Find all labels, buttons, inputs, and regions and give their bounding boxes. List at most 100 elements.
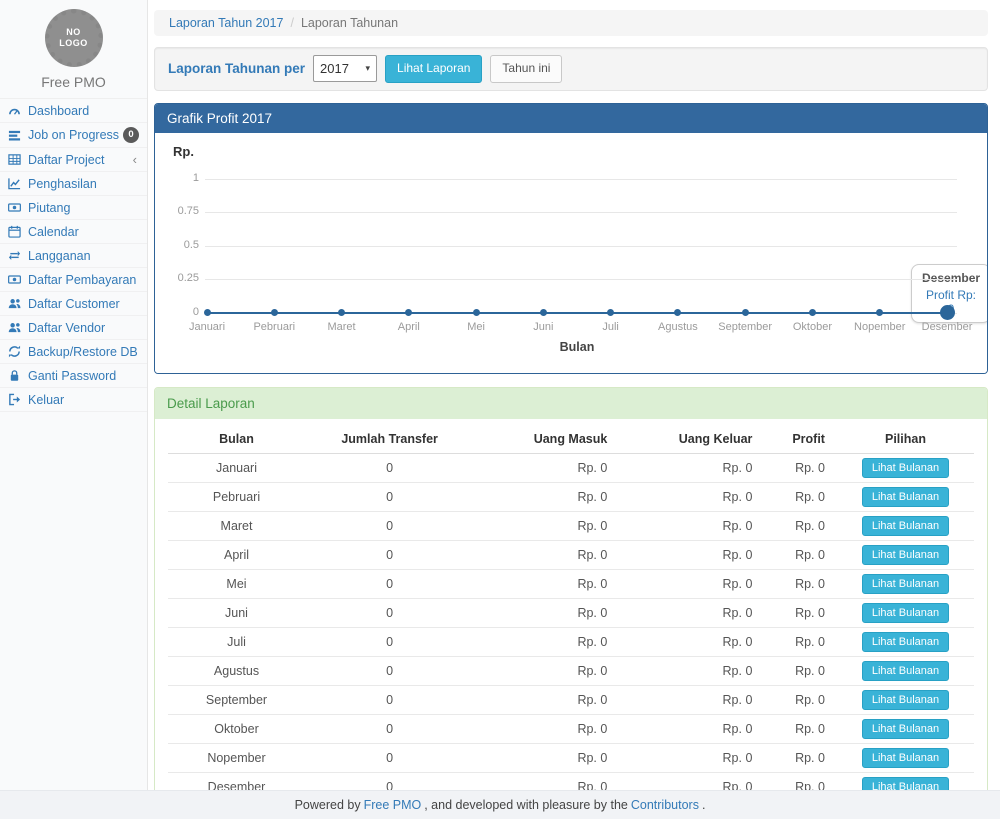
lihat-bulanan-button[interactable]: Lihat Bulanan [862, 458, 949, 478]
table-row-april: April0Rp. 0Rp. 0Rp. 0Lihat Bulanan [168, 540, 974, 569]
sidebar-item-label: Calendar [28, 225, 139, 239]
logo: NO LOGO [45, 9, 103, 67]
sidebar-item-label: Daftar Pembayaran [28, 273, 139, 287]
sidebar-item-ganti-password[interactable]: Ganti Password [0, 364, 147, 388]
lihat-bulanan-button[interactable]: Lihat Bulanan [862, 777, 949, 790]
column-header-pilihan: Pilihan [837, 425, 974, 454]
data-point-juni[interactable] [540, 309, 547, 316]
sidebar-menu: DashboardJob on Progress0Daftar Project‹… [0, 98, 147, 412]
lihat-bulanan-button[interactable]: Lihat Bulanan [862, 661, 949, 681]
cell-bulan: September [168, 685, 305, 714]
data-point-desember[interactable] [940, 305, 955, 320]
profit-line-chart: Rp. Bulan Desember Profit Rp: 0 00.250.5… [155, 133, 987, 373]
data-point-maret[interactable] [338, 309, 345, 316]
data-point-mei[interactable] [473, 309, 480, 316]
sidebar-item-dashboard[interactable]: Dashboard [0, 99, 147, 123]
cell-uang_masuk: Rp. 0 [474, 598, 619, 627]
data-point-pebruari[interactable] [271, 309, 278, 316]
chart-panel-title: Grafik Profit 2017 [155, 104, 987, 133]
sidebar-item-label: Ganti Password [28, 369, 139, 383]
detail-table-wrap: BulanJumlah TransferUang MasukUang Kelua… [155, 419, 987, 790]
y-tick-label: 0 [155, 306, 199, 318]
users-icon [8, 321, 23, 334]
sidebar-item-label: Daftar Vendor [28, 321, 139, 335]
sidebar-item-keluar[interactable]: Keluar [0, 388, 147, 412]
cell-pilihan: Lihat Bulanan [837, 511, 974, 540]
lihat-bulanan-button[interactable]: Lihat Bulanan [862, 603, 949, 623]
sidebar-item-langganan[interactable]: Langganan [0, 244, 147, 268]
brand: NO LOGO Free PMO [0, 0, 147, 98]
table-row-september: September0Rp. 0Rp. 0Rp. 0Lihat Bulanan [168, 685, 974, 714]
x-tick-label: Oktober [777, 321, 847, 333]
chevron-left-icon: ‹ [133, 152, 139, 167]
breadcrumb: Laporan Tahun 2017 / Laporan Tahunan [154, 10, 988, 36]
gridline [205, 212, 957, 213]
toolbar-label: Laporan Tahunan per [168, 61, 305, 76]
data-point-juli[interactable] [607, 309, 614, 316]
cell-pilihan: Lihat Bulanan [837, 627, 974, 656]
cell-jumlah_transfer: 0 [305, 569, 474, 598]
lihat-bulanan-button[interactable]: Lihat Bulanan [862, 545, 949, 565]
lihat-bulanan-button[interactable]: Lihat Bulanan [862, 690, 949, 710]
lihat-bulanan-button[interactable]: Lihat Bulanan [862, 574, 949, 594]
lihat-bulanan-button[interactable]: Lihat Bulanan [862, 719, 949, 739]
lihat-bulanan-button[interactable]: Lihat Bulanan [862, 516, 949, 536]
data-point-januari[interactable] [204, 309, 211, 316]
cell-bulan: Juli [168, 627, 305, 656]
cell-profit: Rp. 0 [764, 540, 837, 569]
cell-pilihan: Lihat Bulanan [837, 743, 974, 772]
cell-jumlah_transfer: 0 [305, 627, 474, 656]
sidebar-item-daftar-vendor[interactable]: Daftar Vendor [0, 316, 147, 340]
sidebar-item-piutang[interactable]: Piutang [0, 196, 147, 220]
cell-uang_masuk: Rp. 0 [474, 482, 619, 511]
sidebar-item-daftar-project[interactable]: Daftar Project‹ [0, 148, 147, 172]
x-tick-label: Juli [576, 321, 646, 333]
this-year-button[interactable]: Tahun ini [490, 55, 562, 83]
year-select[interactable]: 2017 ▾ [313, 55, 377, 82]
sidebar-item-daftar-pembayaran[interactable]: Daftar Pembayaran [0, 268, 147, 292]
money-icon [8, 273, 23, 286]
sidebar-item-penghasilan[interactable]: Penghasilan [0, 172, 147, 196]
cell-uang_masuk: Rp. 0 [474, 743, 619, 772]
sidebar-item-job-on-progress[interactable]: Job on Progress0 [0, 123, 147, 148]
x-tick-label: September [710, 321, 780, 333]
data-point-nopember[interactable] [876, 309, 883, 316]
data-point-oktober[interactable] [809, 309, 816, 316]
cell-uang_keluar: Rp. 0 [619, 743, 764, 772]
sidebar-item-label: Daftar Customer [28, 297, 139, 311]
view-report-button[interactable]: Lihat Laporan [385, 55, 482, 83]
cell-pilihan: Lihat Bulanan [837, 656, 974, 685]
cell-uang_keluar: Rp. 0 [619, 511, 764, 540]
cell-uang_keluar: Rp. 0 [619, 540, 764, 569]
cell-jumlah_transfer: 0 [305, 482, 474, 511]
cell-jumlah_transfer: 0 [305, 598, 474, 627]
exchange-icon [8, 249, 23, 262]
data-point-september[interactable] [742, 309, 749, 316]
sidebar-item-daftar-customer[interactable]: Daftar Customer [0, 292, 147, 316]
table-row-juli: Juli0Rp. 0Rp. 0Rp. 0Lihat Bulanan [168, 627, 974, 656]
sidebar-item-backup-restore-db[interactable]: Backup/Restore DB [0, 340, 147, 364]
data-point-agustus[interactable] [674, 309, 681, 316]
detail-report-table: BulanJumlah TransferUang MasukUang Kelua… [168, 425, 974, 790]
cell-pilihan: Lihat Bulanan [837, 714, 974, 743]
year-select-value: 2017 [320, 61, 349, 76]
footer-brand-link[interactable]: Free PMO [364, 798, 422, 812]
column-header-jumlah-transfer: Jumlah Transfer [305, 425, 474, 454]
x-tick-label: Agustus [643, 321, 713, 333]
table-row-juni: Juni0Rp. 0Rp. 0Rp. 0Lihat Bulanan [168, 598, 974, 627]
data-point-april[interactable] [405, 309, 412, 316]
content-area: Laporan Tahun 2017 / Laporan Tahunan Lap… [148, 0, 1000, 790]
breadcrumb-link[interactable]: Laporan Tahun 2017 [169, 16, 283, 30]
x-tick-label: Nopember [845, 321, 915, 333]
footer-contributors-link[interactable]: Contributors [631, 798, 699, 812]
sidebar-item-calendar[interactable]: Calendar [0, 220, 147, 244]
cell-bulan: Maret [168, 511, 305, 540]
cell-uang_masuk: Rp. 0 [474, 540, 619, 569]
lihat-bulanan-button[interactable]: Lihat Bulanan [862, 487, 949, 507]
lihat-bulanan-button[interactable]: Lihat Bulanan [862, 632, 949, 652]
cell-profit: Rp. 0 [764, 511, 837, 540]
dashboard-icon [8, 104, 23, 117]
cell-bulan: Nopember [168, 743, 305, 772]
lihat-bulanan-button[interactable]: Lihat Bulanan [862, 748, 949, 768]
line-chart-icon [8, 177, 23, 190]
